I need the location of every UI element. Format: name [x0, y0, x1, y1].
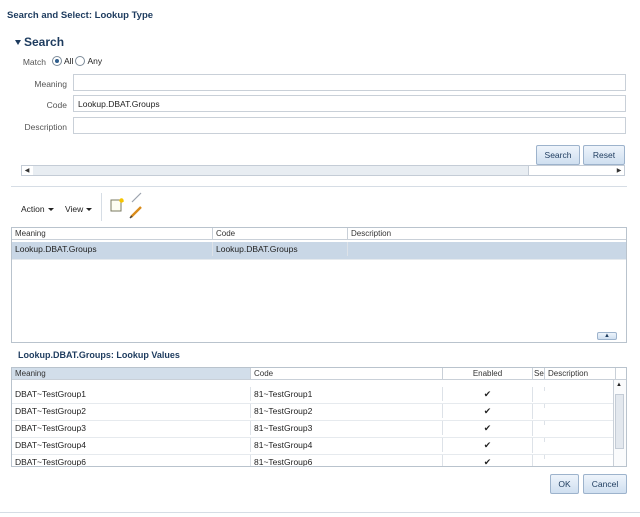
cell-code: 81~TestGroup2 [251, 404, 443, 418]
dialog-bottom-border [0, 512, 640, 513]
horizontal-scrollbar[interactable]: ◀ ▶ [21, 165, 625, 176]
enabled-check-icon: ✔ [443, 404, 533, 419]
column-header-meaning[interactable]: Meaning [12, 368, 251, 380]
enabled-check-icon: ✔ [443, 455, 533, 466]
scroll-thumb[interactable] [33, 166, 529, 175]
code-input[interactable] [73, 95, 626, 112]
cell-se [533, 421, 545, 425]
column-header-filler [616, 368, 626, 380]
cell-meaning: DBAT~TestGroup6 [12, 455, 251, 466]
search-heading: Search [24, 35, 65, 49]
table-row[interactable]: Lookup.DBAT.Groups Lookup.DBAT.Groups [12, 242, 626, 260]
column-header-meaning[interactable]: Meaning [12, 228, 213, 240]
column-header-enabled[interactable]: Enabled [443, 368, 533, 380]
meaning-input[interactable] [73, 74, 626, 91]
code-label: Code [46, 100, 67, 110]
cell-meaning: DBAT~TestGroup1 [12, 387, 251, 401]
section-divider [11, 186, 627, 187]
cancel-button[interactable]: Cancel [583, 474, 627, 494]
scroll-thumb[interactable] [615, 394, 624, 449]
cell-se [533, 404, 545, 408]
cell-meaning: DBAT~TestGroup2 [12, 404, 251, 418]
column-header-code[interactable]: Code [213, 228, 348, 240]
description-input[interactable] [73, 117, 626, 134]
vertical-scrollbar[interactable]: ▲ [613, 380, 626, 466]
view-menu[interactable]: View [65, 204, 93, 214]
dialog-title: Search and Select: Lookup Type [7, 10, 154, 21]
scroll-right-icon[interactable]: ▶ [614, 166, 624, 175]
reset-button[interactable]: Reset [583, 145, 625, 165]
cell-se [533, 387, 545, 391]
enabled-check-icon: ✔ [443, 421, 533, 436]
match-label: Match [22, 57, 46, 67]
description-label: Description [24, 122, 67, 132]
edit-pencil-icon[interactable] [128, 191, 144, 219]
cell-code: 81~TestGroup6 [251, 455, 443, 466]
cell-se [533, 455, 545, 459]
lookup-values-table: Meaning Code Enabled Se Description DBAT… [11, 367, 627, 467]
collapse-triangle-icon [15, 39, 21, 45]
search-button[interactable]: Search [536, 145, 580, 165]
caret-down-icon [86, 207, 93, 211]
ok-button[interactable]: OK [550, 474, 579, 494]
meaning-label: Meaning [34, 79, 67, 89]
table-row[interactable]: DBAT~TestGroup6 81~TestGroup6 ✔ [12, 455, 614, 466]
view-menu-label: View [65, 204, 84, 214]
cell-code: 81~TestGroup3 [251, 421, 443, 435]
lookup-values-title: Lookup.DBAT.Groups: Lookup Values [18, 350, 180, 360]
toolbar-separator [101, 193, 102, 221]
new-record-icon[interactable] [109, 197, 125, 213]
cell-meaning: DBAT~TestGroup3 [12, 421, 251, 435]
enabled-check-icon: ✔ [443, 387, 533, 402]
cell-meaning: DBAT~TestGroup4 [12, 438, 251, 452]
table-row[interactable]: DBAT~TestGroup1 81~TestGroup1 ✔ [12, 387, 614, 404]
table-row[interactable]: DBAT~TestGroup3 81~TestGroup3 ✔ [12, 421, 614, 438]
cell-code: 81~TestGroup4 [251, 438, 443, 452]
match-all-radio[interactable] [52, 56, 62, 66]
table-row[interactable]: DBAT~TestGroup2 81~TestGroup2 ✔ [12, 404, 614, 421]
action-menu-label: Action [21, 204, 45, 214]
column-header-description[interactable]: Description [348, 228, 626, 240]
table-row[interactable]: DBAT~TestGroup4 81~TestGroup4 ✔ [12, 438, 614, 455]
cell-code: 81~TestGroup1 [251, 387, 443, 401]
action-menu[interactable]: Action [21, 204, 54, 214]
cell-description [348, 242, 626, 246]
caret-down-icon [47, 207, 54, 211]
enabled-check-icon: ✔ [443, 438, 533, 453]
match-any-radio[interactable] [75, 56, 86, 66]
cell-meaning: Lookup.DBAT.Groups [12, 242, 213, 256]
scroll-left-icon[interactable]: ◀ [22, 166, 32, 175]
cell-se [533, 438, 545, 442]
scroll-up-icon[interactable]: ▲ [616, 382, 622, 388]
column-header-description[interactable]: Description [545, 368, 616, 380]
cell-code: Lookup.DBAT.Groups [213, 242, 348, 256]
collapse-up-icon[interactable]: ▲ [597, 332, 617, 340]
column-header-code[interactable]: Code [251, 368, 443, 380]
results-table: Meaning Code Description Lookup.DBAT.Gro… [11, 227, 627, 343]
match-any-label: Any [87, 56, 103, 66]
match-all-label: All [64, 56, 74, 66]
column-header-se[interactable]: Se [533, 368, 545, 380]
search-section-toggle[interactable]: Search [15, 35, 64, 49]
